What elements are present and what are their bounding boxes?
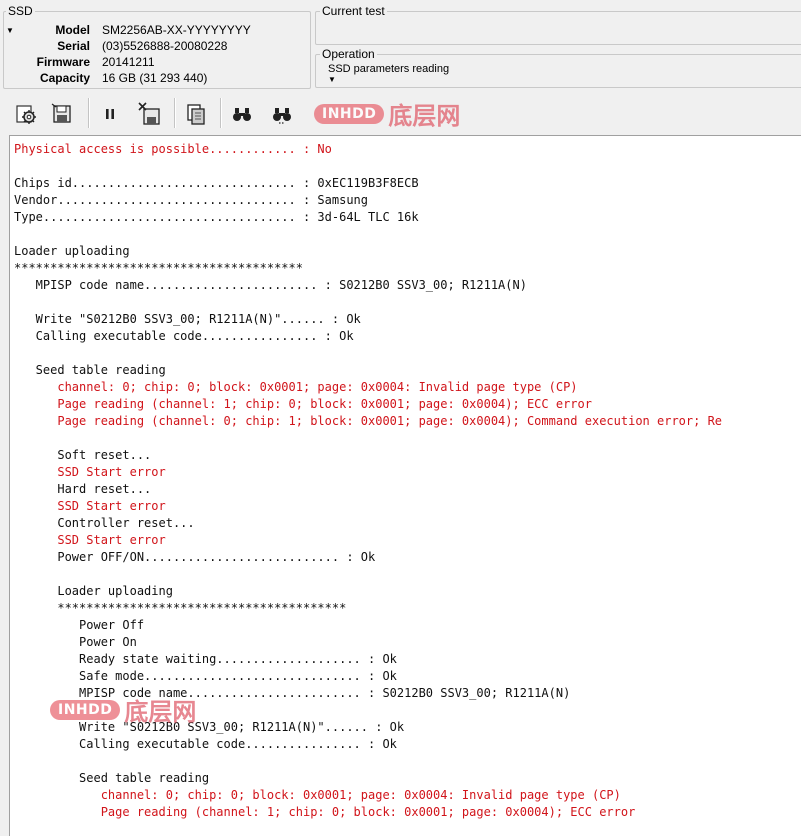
log-line: Safe mode.............................. …: [14, 669, 397, 683]
gear-settings-icon[interactable]: [12, 100, 40, 128]
log-line: Vendor................................. …: [14, 193, 369, 207]
log-line: Power Off: [14, 618, 145, 632]
log-line: [14, 294, 722, 311]
capacity-row: Capacity 16 GB (31 293 440): [4, 70, 304, 86]
log-line: [14, 753, 722, 770]
log-lines: Physical access is possible............ …: [14, 141, 722, 821]
ssd-panel-title: SSD: [6, 4, 35, 18]
log-line: Chips id............................... …: [14, 176, 419, 190]
cancel-save-icon[interactable]: [136, 100, 164, 128]
operation-value: SSD parameters reading: [328, 63, 450, 75]
log-line: Write "S0212B0 SSV3_00; R1211A(N)"......…: [14, 720, 405, 734]
log-line: Calling executable code................ …: [14, 737, 397, 751]
log-line: channel: 0; chip: 0; block: 0x0001; page…: [14, 788, 621, 802]
log-line: Page reading (channel: 1; chip: 0; block…: [14, 397, 592, 411]
log-line: [14, 158, 722, 175]
save-drive-icon[interactable]: [48, 100, 76, 128]
log-line: Soft reset...: [14, 448, 152, 462]
log-line: Loader uploading: [14, 244, 130, 258]
serial-value: (03)5526888-20080228: [102, 39, 228, 53]
operation-panel: Operation SSD parameters reading ▼: [315, 47, 801, 88]
log-line: Controller reset...: [14, 516, 195, 530]
log-line: Power On: [14, 635, 137, 649]
toolbar: [0, 92, 801, 134]
log-line: [14, 226, 722, 243]
model-label: Model: [55, 23, 90, 37]
serial-label: Serial: [57, 39, 90, 53]
log-line: Physical access is possible............ …: [14, 142, 332, 156]
log-line: [14, 430, 722, 447]
firmware-label: Firmware: [36, 55, 90, 69]
serial-row: Serial (03)5526888-20080228: [4, 38, 304, 54]
dropdown-arrow-icon[interactable]: ▼: [328, 75, 336, 84]
log-line: SSD Start error: [14, 499, 166, 513]
log-line: channel: 0; chip: 0; block: 0x0001; page…: [14, 380, 578, 394]
firmware-row: Firmware 20141211: [4, 54, 304, 70]
log-line: ****************************************: [14, 601, 347, 615]
log-line: Write "S0212B0 SSV3_00; R1211A(N)"......…: [14, 312, 361, 326]
ssd-info-panel: SSD ▼ Model SM2256AB-XX-YYYYYYYY Serial …: [3, 4, 311, 89]
log-line: Page reading (channel: 0; chip: 1; block…: [14, 414, 723, 428]
toolbar-separator: [174, 98, 176, 128]
log-line: ****************************************: [14, 261, 303, 275]
copy-icon[interactable]: [182, 100, 210, 128]
log-line: Seed table reading: [14, 363, 166, 377]
firmware-value: 20141211: [102, 55, 155, 69]
pause-icon[interactable]: [96, 100, 124, 128]
log-line: Seed table reading: [14, 771, 210, 785]
toolbar-separator: [88, 98, 90, 128]
current-test-panel: Current test: [315, 4, 801, 45]
log-line: Ready state waiting.................... …: [14, 652, 397, 666]
log-line: Page reading (channel: 1; chip: 0; block…: [14, 805, 636, 819]
model-row: Model SM2256AB-XX-YYYYYYYY: [4, 22, 304, 38]
model-value: SM2256AB-XX-YYYYYYYY: [102, 23, 251, 37]
capacity-label: Capacity: [39, 71, 90, 85]
log-line: SSD Start error: [14, 465, 166, 479]
capacity-value: 16 GB (31 293 440): [102, 71, 208, 85]
log-line: MPISP code name........................ …: [14, 686, 571, 700]
log-line: [14, 566, 722, 583]
log-line: Hard reset...: [14, 482, 152, 496]
operation-title: Operation: [320, 47, 377, 61]
log-line: [14, 702, 722, 719]
log-line: SSD Start error: [14, 533, 166, 547]
log-output[interactable]: Physical access is possible............ …: [9, 135, 801, 836]
binoculars-icon[interactable]: [228, 100, 256, 128]
log-line: Type................................... …: [14, 210, 419, 224]
binoculars-next-icon[interactable]: [268, 100, 296, 128]
current-test-title: Current test: [320, 4, 387, 18]
log-line: MPISP code name........................ …: [14, 278, 527, 292]
toolbar-separator: [220, 98, 222, 128]
log-line: Power OFF/ON........................... …: [14, 550, 376, 564]
log-line: [14, 345, 722, 362]
log-line: Loader uploading: [14, 584, 173, 598]
log-line: Calling executable code................ …: [14, 329, 354, 343]
